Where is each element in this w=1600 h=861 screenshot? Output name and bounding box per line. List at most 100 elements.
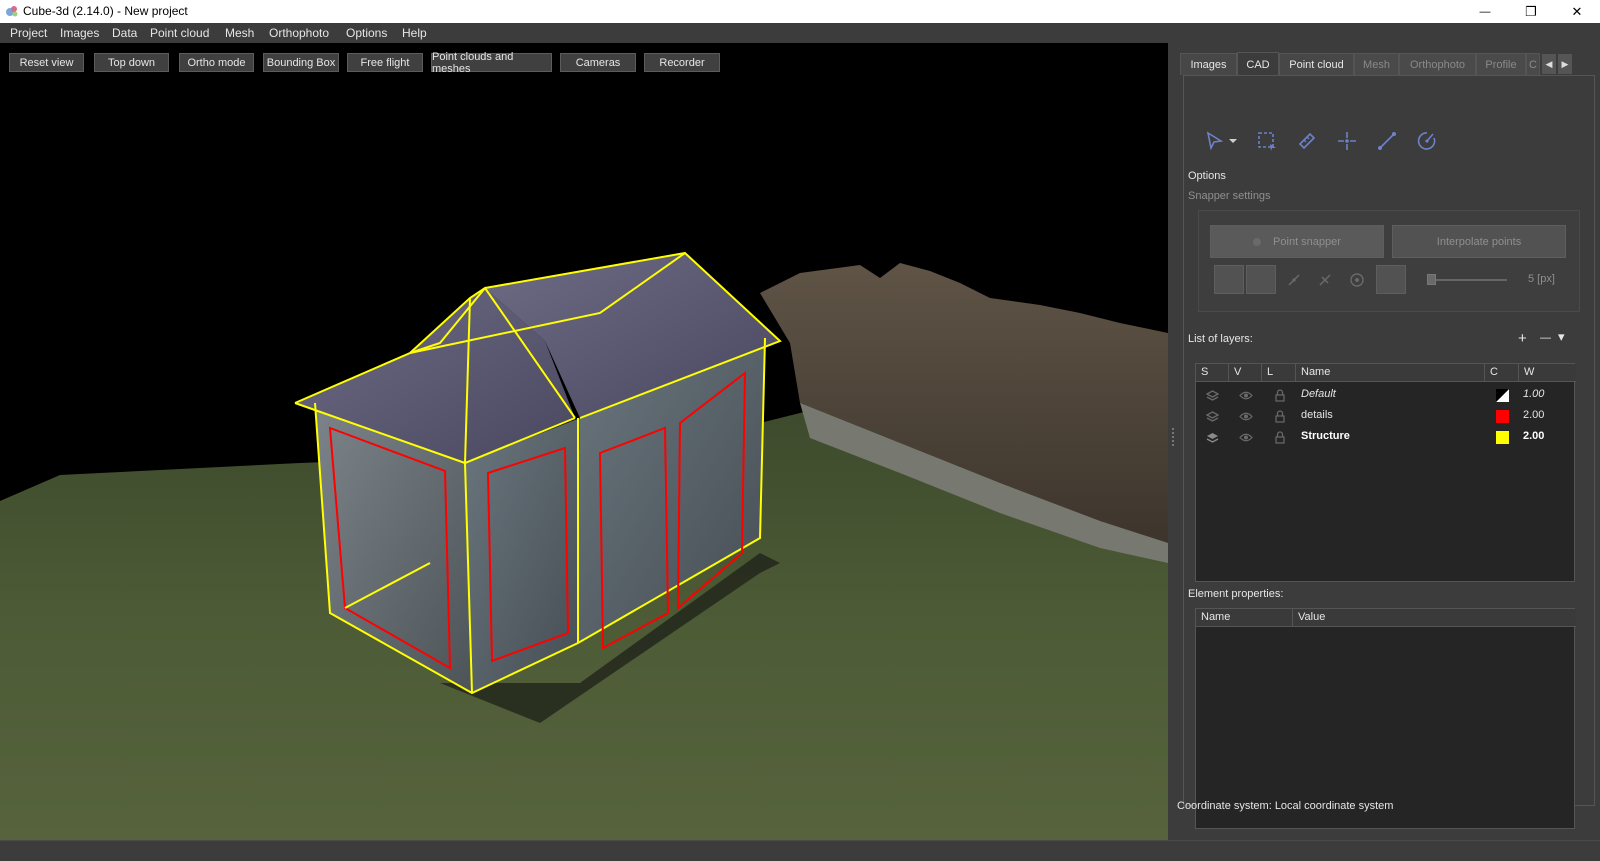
lock-icon[interactable] bbox=[1275, 410, 1285, 423]
tabs-scroll-left-button[interactable]: ◀ bbox=[1542, 54, 1556, 74]
tab-overflow[interactable]: C bbox=[1526, 53, 1540, 75]
lock-icon[interactable] bbox=[1275, 431, 1285, 444]
side-panel: Images CAD Point cloud Mesh Orthophoto P… bbox=[1177, 43, 1600, 840]
coordinate-system-label: Coordinate system: Local coordinate syst… bbox=[1177, 800, 1394, 812]
tab-orthophoto[interactable]: Orthophoto bbox=[1399, 53, 1476, 75]
ortho-mode-button[interactable]: Ortho mode bbox=[179, 53, 254, 72]
layer-color-swatch[interactable] bbox=[1496, 389, 1509, 402]
cad-tab-content: Options Snapper settings Point snapper I… bbox=[1183, 75, 1595, 829]
element-properties-table: Name Value bbox=[1195, 608, 1576, 829]
menu-mesh[interactable]: Mesh bbox=[225, 25, 254, 41]
menu-images[interactable]: Images bbox=[60, 25, 99, 41]
radio-dot-icon bbox=[1253, 237, 1262, 246]
layer-name: Default bbox=[1301, 388, 1336, 400]
restore-icon: ❐ bbox=[1525, 3, 1537, 19]
window-title: Cube-3d (2.14.0) - New project bbox=[23, 4, 188, 18]
interpolate-points-button[interactable]: Interpolate points bbox=[1392, 225, 1566, 258]
layer-width: 2.00 bbox=[1523, 409, 1545, 421]
close-icon: ✕ bbox=[1571, 3, 1583, 19]
free-flight-button[interactable]: Free flight bbox=[347, 53, 423, 72]
bounding-box-button[interactable]: Bounding Box bbox=[263, 53, 339, 72]
point-snapper-label: Point snapper bbox=[1273, 235, 1341, 248]
eye-icon[interactable] bbox=[1239, 411, 1253, 422]
snapper-settings-label: Snapper settings bbox=[1188, 190, 1271, 202]
column-header-c[interactable]: C bbox=[1485, 364, 1519, 382]
layer-row[interactable]: Default 1.00 bbox=[1196, 385, 1576, 406]
tab-images[interactable]: Images bbox=[1180, 53, 1237, 75]
panel-tabs: Images CAD Point cloud Mesh Orthophoto P… bbox=[1180, 52, 1600, 76]
point-cloud-scene[interactable] bbox=[0, 43, 1168, 840]
layer-select-icon[interactable] bbox=[1206, 431, 1219, 444]
snap-edge-icon[interactable] bbox=[1316, 271, 1334, 289]
snap-tolerance-value: 5 [px] bbox=[1528, 273, 1555, 285]
layer-select-icon[interactable] bbox=[1206, 389, 1219, 402]
top-down-button[interactable]: Top down bbox=[94, 53, 169, 72]
line-segment-icon bbox=[1378, 132, 1396, 150]
layers-menu-button[interactable]: ▾ bbox=[1558, 329, 1565, 345]
point-tool[interactable] bbox=[1334, 128, 1360, 154]
point-clouds-meshes-button[interactable]: Point clouds and meshes bbox=[431, 51, 552, 75]
layer-color-swatch[interactable] bbox=[1496, 431, 1509, 444]
line-tool[interactable] bbox=[1374, 128, 1400, 154]
ruler-icon bbox=[1298, 132, 1316, 150]
column-header-name[interactable]: Name bbox=[1196, 609, 1293, 627]
arc-tool[interactable] bbox=[1414, 128, 1440, 154]
layer-row[interactable]: details 2.00 bbox=[1196, 406, 1576, 427]
column-header-name[interactable]: Name bbox=[1296, 364, 1485, 382]
reset-view-button[interactable]: Reset view bbox=[9, 53, 84, 72]
close-button[interactable]: ✕ bbox=[1554, 0, 1600, 23]
menu-options[interactable]: Options bbox=[346, 25, 387, 41]
menu-help[interactable]: Help bbox=[402, 25, 427, 41]
arc-icon bbox=[1417, 132, 1436, 150]
measure-tool[interactable] bbox=[1294, 128, 1320, 154]
snap-center-icon[interactable] bbox=[1348, 271, 1366, 289]
splitter-grip-icon bbox=[1172, 428, 1175, 446]
layer-row[interactable]: Structure 2.00 bbox=[1196, 427, 1576, 448]
column-header-w[interactable]: W bbox=[1519, 364, 1576, 382]
recorder-button[interactable]: Recorder bbox=[644, 53, 720, 72]
layer-select-icon[interactable] bbox=[1206, 410, 1219, 423]
tabs-scroll-right-button[interactable]: ▶ bbox=[1558, 54, 1572, 74]
snap-option-3-button[interactable] bbox=[1376, 265, 1406, 294]
menu-project[interactable]: Project bbox=[10, 25, 47, 41]
eye-icon[interactable] bbox=[1239, 432, 1253, 443]
list-of-layers-label: List of layers: bbox=[1188, 333, 1253, 345]
slider-handle[interactable] bbox=[1427, 274, 1436, 285]
cameras-button[interactable]: Cameras bbox=[560, 53, 636, 72]
tab-cad[interactable]: CAD bbox=[1237, 52, 1279, 76]
column-header-v[interactable]: V bbox=[1229, 364, 1262, 382]
eye-icon[interactable] bbox=[1239, 390, 1253, 401]
tab-point-cloud[interactable]: Point cloud bbox=[1279, 53, 1354, 75]
3d-viewport[interactable]: Reset view Top down Ortho mode Bounding … bbox=[0, 43, 1168, 840]
chevron-left-icon: ◀ bbox=[1545, 58, 1553, 69]
chevron-right-icon: ▶ bbox=[1561, 58, 1569, 69]
layer-name: Structure bbox=[1301, 430, 1350, 442]
select-tool-dropdown[interactable] bbox=[1226, 128, 1240, 154]
snap-tolerance-slider[interactable] bbox=[1427, 274, 1507, 285]
snap-option-2-button[interactable] bbox=[1246, 265, 1276, 294]
column-header-value[interactable]: Value bbox=[1293, 609, 1576, 627]
point-snapper-button[interactable]: Point snapper bbox=[1210, 225, 1384, 258]
column-header-s[interactable]: S bbox=[1196, 364, 1229, 382]
tab-mesh[interactable]: Mesh bbox=[1354, 53, 1399, 75]
snap-vertex-icon[interactable] bbox=[1285, 271, 1303, 289]
remove-layer-button[interactable]: — bbox=[1540, 332, 1551, 344]
layer-width: 1.00 bbox=[1523, 388, 1545, 400]
column-header-l[interactable]: L bbox=[1262, 364, 1296, 382]
tab-profile[interactable]: Profile bbox=[1476, 53, 1526, 75]
menu-orthophoto[interactable]: Orthophoto bbox=[269, 25, 329, 41]
layer-name: details bbox=[1301, 409, 1333, 421]
menu-point-cloud[interactable]: Point cloud bbox=[150, 25, 209, 41]
minimize-button[interactable]: — bbox=[1462, 0, 1508, 23]
select-tool-button[interactable] bbox=[1202, 128, 1228, 154]
menu-data[interactable]: Data bbox=[112, 25, 137, 41]
add-layer-button[interactable]: + bbox=[1518, 330, 1527, 347]
point-crosshair-icon bbox=[1338, 132, 1356, 150]
panel-splitter[interactable] bbox=[1168, 43, 1180, 840]
layer-color-swatch[interactable] bbox=[1496, 410, 1509, 423]
lock-icon[interactable] bbox=[1275, 389, 1285, 402]
app-logo-icon bbox=[6, 6, 18, 17]
snap-option-1-button[interactable] bbox=[1214, 265, 1244, 294]
maximize-button[interactable]: ❐ bbox=[1508, 0, 1554, 23]
rectangle-select-tool[interactable] bbox=[1254, 128, 1280, 154]
